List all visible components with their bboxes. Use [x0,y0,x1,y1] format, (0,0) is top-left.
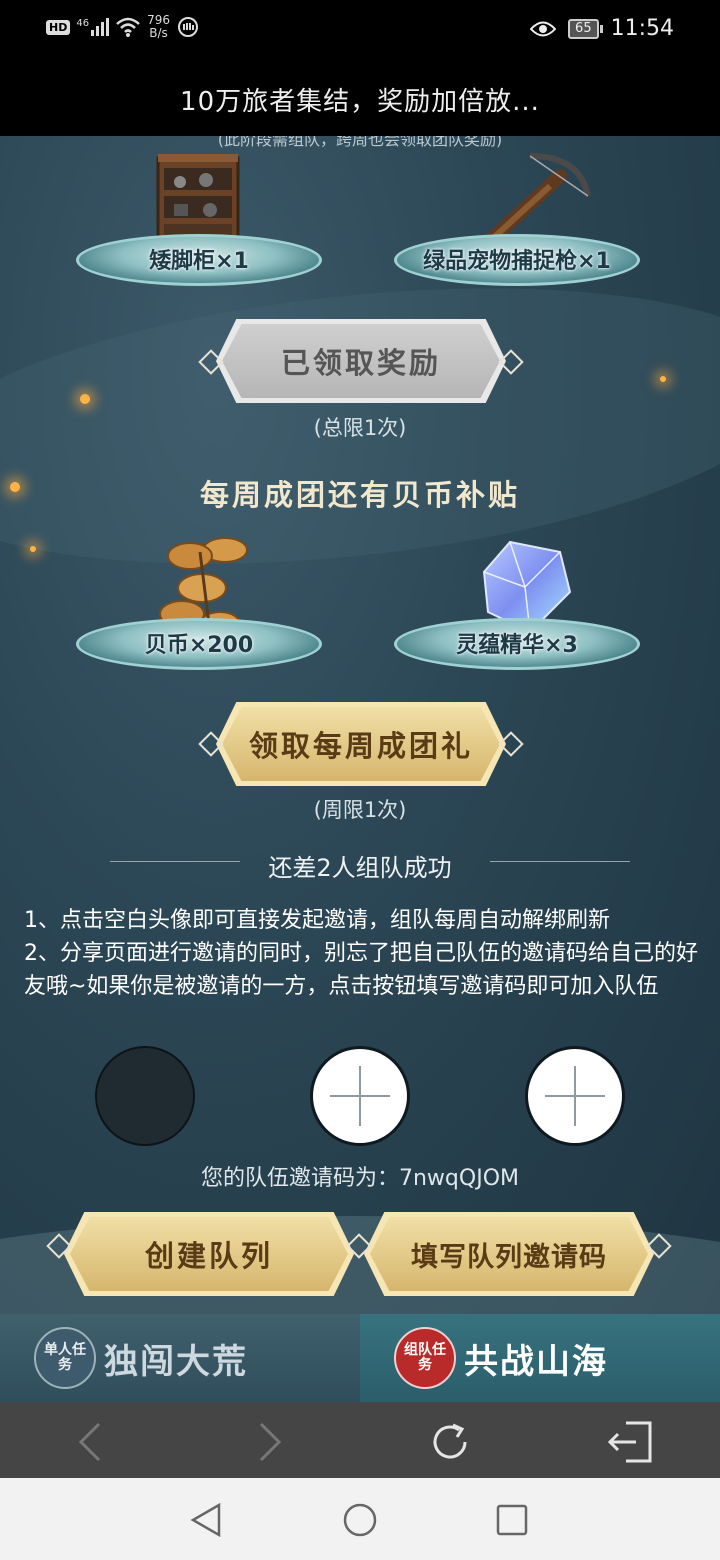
tab-label: 共战山海 [464,1341,608,1382]
plus-icon [330,1066,390,1126]
reward-item-label: 矮脚柜×1 [149,249,249,274]
battery-icon: 65 [568,18,603,39]
reward-item-label: 绿品宠物捕捉枪×1 [423,249,611,274]
solo-task-seal-icon: 单人任务 [34,1327,96,1389]
plus-icon [545,1066,605,1126]
claim-weekly-gift-button[interactable]: 领取每周成团礼 [216,702,506,786]
claim-weekly-gift-label: 领取每周成团礼 [248,729,473,763]
team-task-seal-icon: 组队任务 [394,1327,456,1389]
invite-code-text[interactable]: 您的队伍邀请码为：7nwqQJOM [0,1160,720,1192]
weekly-limit-note: (周限1次) [313,798,407,822]
nav-recents-icon[interactable] [492,1500,532,1540]
reward-item-crossbow: 绿品宠物捕捉枪×1 [394,234,640,286]
wifi-icon [116,17,140,37]
status-left: HD 46 796 B/s [46,14,200,40]
nav-home-icon[interactable] [340,1500,380,1540]
eye-comfort-icon [530,21,557,36]
enter-invite-code-button[interactable]: 填写队列邀请码 [364,1212,654,1296]
reward-item-cabinet: 矮脚柜×1 [76,234,322,286]
reward-item-label: 灵蕴精华×3 [456,633,578,658]
system-navigation-bar [0,1478,720,1560]
app-notification-icon [177,17,198,37]
rule-item: 1、点击空白头像即可直接发起邀请，组队每周自动解绑刷新 [24,908,610,933]
net-speed: 796 B/s [147,14,170,40]
status-right: 65 11:54 [530,16,674,41]
back-arrow-icon[interactable] [66,1418,114,1466]
weekly-subsidy-title: 每周成团还有贝币补贴 [199,478,520,512]
invite-member-button[interactable] [525,1046,625,1146]
tab-solo-task[interactable]: 单人任务 独闯大荒 [0,1314,360,1402]
team-status-heading: 还差2人组队成功 [268,854,452,882]
mode-tabs: 单人任务 独闯大荒 组队任务 共战山海 [0,1314,720,1402]
net-speed-value: 796 [147,13,170,27]
net-speed-unit: B/s [149,26,168,40]
exit-icon[interactable] [606,1418,654,1466]
spark-decoration [80,394,90,404]
rule-item: 2、分享页面进行邀请的同时，别忘了把自己队伍的邀请码给自己的好友哦~如果你是被邀… [24,941,698,999]
spark-decoration [30,546,36,552]
page-title-bar: 10万旅者集结，奖励加倍放... [0,62,720,136]
clock: 11:54 [610,16,674,41]
refresh-icon[interactable] [426,1418,474,1466]
invite-member-button[interactable] [310,1046,410,1146]
hd-icon: HD [46,19,71,35]
tab-label: 独闯大荒 [104,1341,248,1382]
nav-back-icon[interactable] [186,1500,226,1540]
status-bar: HD 46 796 B/s 65 11:54 [0,0,720,62]
spark-decoration [660,376,666,382]
event-page[interactable]: (此阶段需组队，跨周也会领取团队奖励) 矮脚柜×1 绿品宠物捕捉枪×1 已领取奖… [0,136,720,1314]
create-team-label: 创建队列 [144,1239,273,1273]
create-team-button[interactable]: 创建队列 [64,1212,354,1296]
total-limit-note: (总限1次) [313,416,407,440]
tab-team-task[interactable]: 组队任务 共战山海 [360,1314,720,1402]
reward-item-shell-coin: 贝币×200 [76,618,322,670]
browser-toolbar [0,1402,720,1478]
reward-item-crystal: 灵蕴精华×3 [394,618,640,670]
claimed-reward-button[interactable]: 已领取奖励 [216,319,506,403]
team-rules: 1、点击空白头像即可直接发起邀请，组队每周自动解绑刷新 2、分享页面进行邀请的同… [24,904,700,1003]
page-title: 10万旅者集结，奖励加倍放... [180,86,540,117]
signal-icon: 46 [76,18,110,36]
claimed-reward-label: 已领取奖励 [280,346,441,380]
forward-arrow-icon[interactable] [246,1418,294,1466]
reward-item-label: 贝币×200 [144,633,254,658]
team-member-avatar[interactable] [95,1046,195,1146]
enter-invite-code-label: 填写队列邀请码 [411,1241,607,1273]
